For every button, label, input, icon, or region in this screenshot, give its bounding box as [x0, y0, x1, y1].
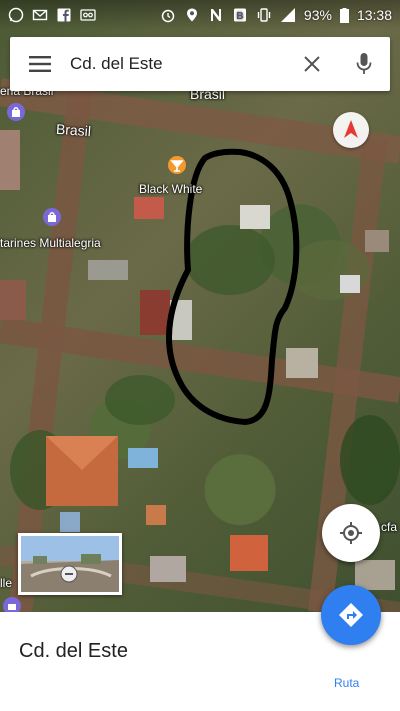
shopping-bag-icon [43, 208, 61, 226]
shopping-bag-icon [3, 597, 21, 612]
mail-icon [32, 9, 48, 21]
alarm-icon [161, 9, 175, 23]
bar-poi-pin[interactable] [167, 156, 187, 178]
shop-poi-pin-top-left[interactable] [6, 102, 26, 124]
poi-label-edge-bottom-left: lle [0, 576, 13, 590]
crosshair-location-icon [340, 522, 362, 544]
search-input[interactable]: Cd. del Este [70, 54, 286, 74]
status-left-icons [8, 7, 96, 23]
directions-icon [339, 603, 363, 627]
route-label[interactable]: Ruta [334, 676, 359, 690]
compass-needle-icon [344, 120, 358, 138]
shop-poi-pin-bottom-left[interactable] [2, 596, 22, 612]
status-right-icons: B 93% 13:38 [160, 7, 392, 23]
street-view-preview [21, 554, 119, 592]
street-view-thumbnail[interactable] [18, 533, 122, 595]
shop-poi-pin[interactable] [42, 207, 62, 229]
location-icon [186, 8, 197, 22]
my-location-button[interactable] [322, 504, 380, 562]
status-bar: B 93% 13:38 [0, 0, 400, 30]
place-title: Cd. del Este [19, 640, 128, 662]
menu-button[interactable] [10, 37, 70, 91]
clock-time: 13:38 [356, 7, 392, 23]
svg-text:B: B [236, 11, 243, 22]
voicemail-icon [80, 9, 96, 21]
search-bar[interactable]: Cd. del Este [10, 37, 390, 91]
poi-label-multialegria[interactable]: tarines Multialegria [0, 236, 101, 250]
compass-button[interactable] [333, 112, 369, 148]
cocktail-icon [168, 156, 186, 174]
battery-icon [339, 7, 349, 23]
n-icon [210, 9, 221, 21]
b-icon: B [233, 8, 246, 22]
street-label-brasil-left: Brasil [55, 120, 92, 140]
vibrate-icon [257, 8, 271, 22]
signal-icon [280, 8, 295, 22]
hamburger-menu-icon [29, 56, 51, 72]
whatsapp-icon [8, 7, 24, 23]
clear-search-button[interactable] [286, 37, 338, 91]
battery-percent: 93% [303, 7, 332, 23]
close-icon [304, 56, 320, 72]
poi-label-edge-right: cfa [381, 520, 398, 534]
facebook-icon [57, 8, 71, 22]
directions-button[interactable] [321, 585, 381, 645]
shopping-bag-icon [7, 103, 25, 121]
microphone-icon [356, 53, 372, 74]
poi-label-black-white[interactable]: Black White [139, 182, 202, 196]
voice-search-button[interactable] [338, 37, 390, 91]
